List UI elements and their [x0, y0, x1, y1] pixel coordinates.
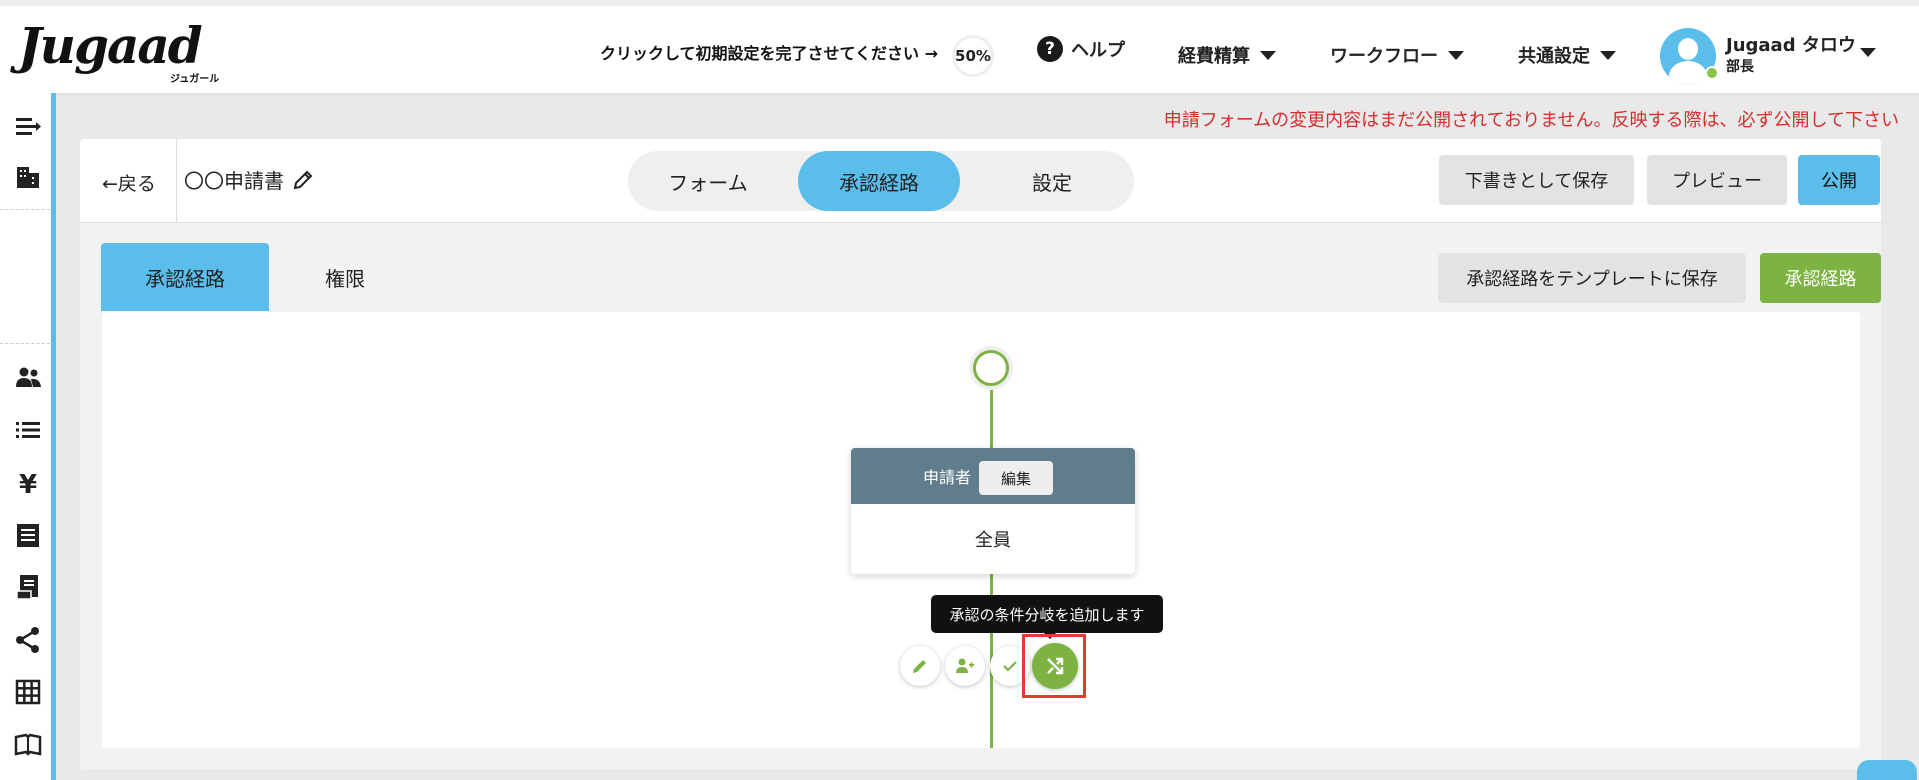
- edit-step-button[interactable]: [900, 646, 940, 686]
- setup-progress[interactable]: 50%: [952, 35, 994, 77]
- editor-card: ←戻る 〇〇申請書 フォーム 承認経路 設定 下書きとして保存 プレビュー 公開…: [80, 139, 1881, 769]
- highlight-box: [1022, 634, 1086, 698]
- building-icon[interactable]: [14, 163, 42, 191]
- online-status-icon: [1705, 66, 1719, 80]
- menu-collapse-icon[interactable]: [14, 113, 42, 141]
- tab-approval-route[interactable]: 承認経路: [101, 243, 269, 311]
- tooltip: 承認の条件分岐を追加します: [931, 595, 1163, 633]
- form-title-text: 〇〇申請書: [184, 169, 284, 193]
- editor-mode-switch: フォーム 承認経路 設定: [628, 151, 1134, 211]
- back-label: 戻る: [117, 173, 156, 195]
- route-canvas: 申請者 編集 全員 承認の条件分岐を追加します: [102, 312, 1860, 748]
- help-link[interactable]: ? ヘルプ: [1037, 36, 1125, 62]
- publish-button[interactable]: 公開: [1798, 155, 1880, 205]
- logo[interactable]: Jugaad ジュガール: [18, 16, 228, 86]
- user-chevron-down-icon[interactable]: [1860, 48, 1876, 57]
- user-menu[interactable]: Jugaad タロウ 部長: [1660, 28, 1856, 84]
- form-title[interactable]: 〇〇申請書: [184, 165, 314, 194]
- pencil-icon[interactable]: [292, 169, 314, 191]
- list-icon[interactable]: [14, 416, 42, 444]
- chevron-down-icon: [1260, 50, 1276, 60]
- menu-workflow-label: ワークフロー: [1330, 46, 1438, 67]
- menu-expense[interactable]: 経費精算: [1178, 42, 1276, 68]
- applicant-node[interactable]: 申請者 編集 全員: [851, 448, 1135, 574]
- node-edit-button[interactable]: 編集: [979, 461, 1053, 495]
- editor-header: ←戻る 〇〇申請書 フォーム 承認経路 設定 下書きとして保存 プレビュー 公開: [80, 139, 1881, 223]
- sidebar-divider: [0, 209, 50, 210]
- arrow-left-icon: ←: [102, 173, 118, 195]
- check-icon: [1003, 661, 1017, 672]
- node-header: 申請者 編集: [851, 448, 1135, 504]
- book-icon[interactable]: [14, 731, 42, 759]
- chat-widget-button[interactable]: [1857, 760, 1917, 780]
- header-divider: [176, 139, 177, 223]
- tab-permissions[interactable]: 権限: [280, 243, 410, 311]
- pencil-icon: [913, 660, 926, 673]
- node-value: 全員: [975, 530, 1011, 551]
- menu-expense-label: 経費精算: [1178, 46, 1250, 67]
- help-icon: ?: [1037, 36, 1063, 62]
- flow-connector: [990, 386, 993, 448]
- users-icon[interactable]: [14, 363, 42, 391]
- grid-icon[interactable]: [14, 678, 42, 706]
- sidebar-divider: [0, 343, 50, 344]
- top-bar: Jugaad ジュガール クリックして初期設定を完了させてください → 50% …: [0, 0, 1919, 93]
- menu-common-settings-label: 共通設定: [1518, 46, 1590, 67]
- unpublished-warning-banner: 申請フォームの変更内容はまだ公開されておりません。反映する際は、必ず公開して下さ…: [1163, 110, 1899, 131]
- chevron-down-icon: [1600, 50, 1616, 60]
- save-route-template-button[interactable]: 承認経路をテンプレートに保存: [1438, 253, 1746, 303]
- preview-button[interactable]: プレビュー: [1647, 155, 1787, 205]
- segment-settings[interactable]: 設定: [972, 151, 1132, 211]
- user-info: Jugaad タロウ 部長: [1716, 36, 1856, 76]
- segment-form[interactable]: フォーム: [628, 151, 788, 211]
- sidebar: ¥: [0, 93, 56, 780]
- user-role: 部長: [1726, 59, 1754, 75]
- save-draft-button[interactable]: 下書きとして保存: [1439, 155, 1634, 205]
- share-icon[interactable]: [14, 626, 42, 654]
- chevron-down-icon: [1448, 50, 1464, 60]
- menu-common-settings[interactable]: 共通設定: [1518, 42, 1616, 68]
- add-approver-button[interactable]: [945, 646, 985, 686]
- receipt-icon[interactable]: [14, 521, 42, 549]
- setup-prompt-link[interactable]: クリックして初期設定を完了させてください →: [600, 40, 938, 64]
- yen-icon[interactable]: ¥: [14, 469, 42, 497]
- menu-workflow[interactable]: ワークフロー: [1330, 42, 1464, 68]
- back-button[interactable]: ←戻る: [102, 169, 156, 196]
- logo-subtext: ジュガール: [170, 74, 220, 85]
- document-icon[interactable]: [14, 573, 42, 601]
- help-label: ヘルプ: [1071, 40, 1125, 61]
- logo-text: Jugaad: [18, 16, 203, 75]
- user-name: Jugaad タロウ: [1726, 35, 1856, 56]
- add-user-icon: [956, 658, 974, 673]
- segment-approval-route[interactable]: 承認経路: [798, 151, 960, 211]
- svg-text:¥: ¥: [19, 470, 37, 497]
- route-template-button[interactable]: 承認経路: [1760, 253, 1881, 303]
- start-node: [973, 350, 1009, 386]
- node-label: 申請者: [923, 468, 972, 487]
